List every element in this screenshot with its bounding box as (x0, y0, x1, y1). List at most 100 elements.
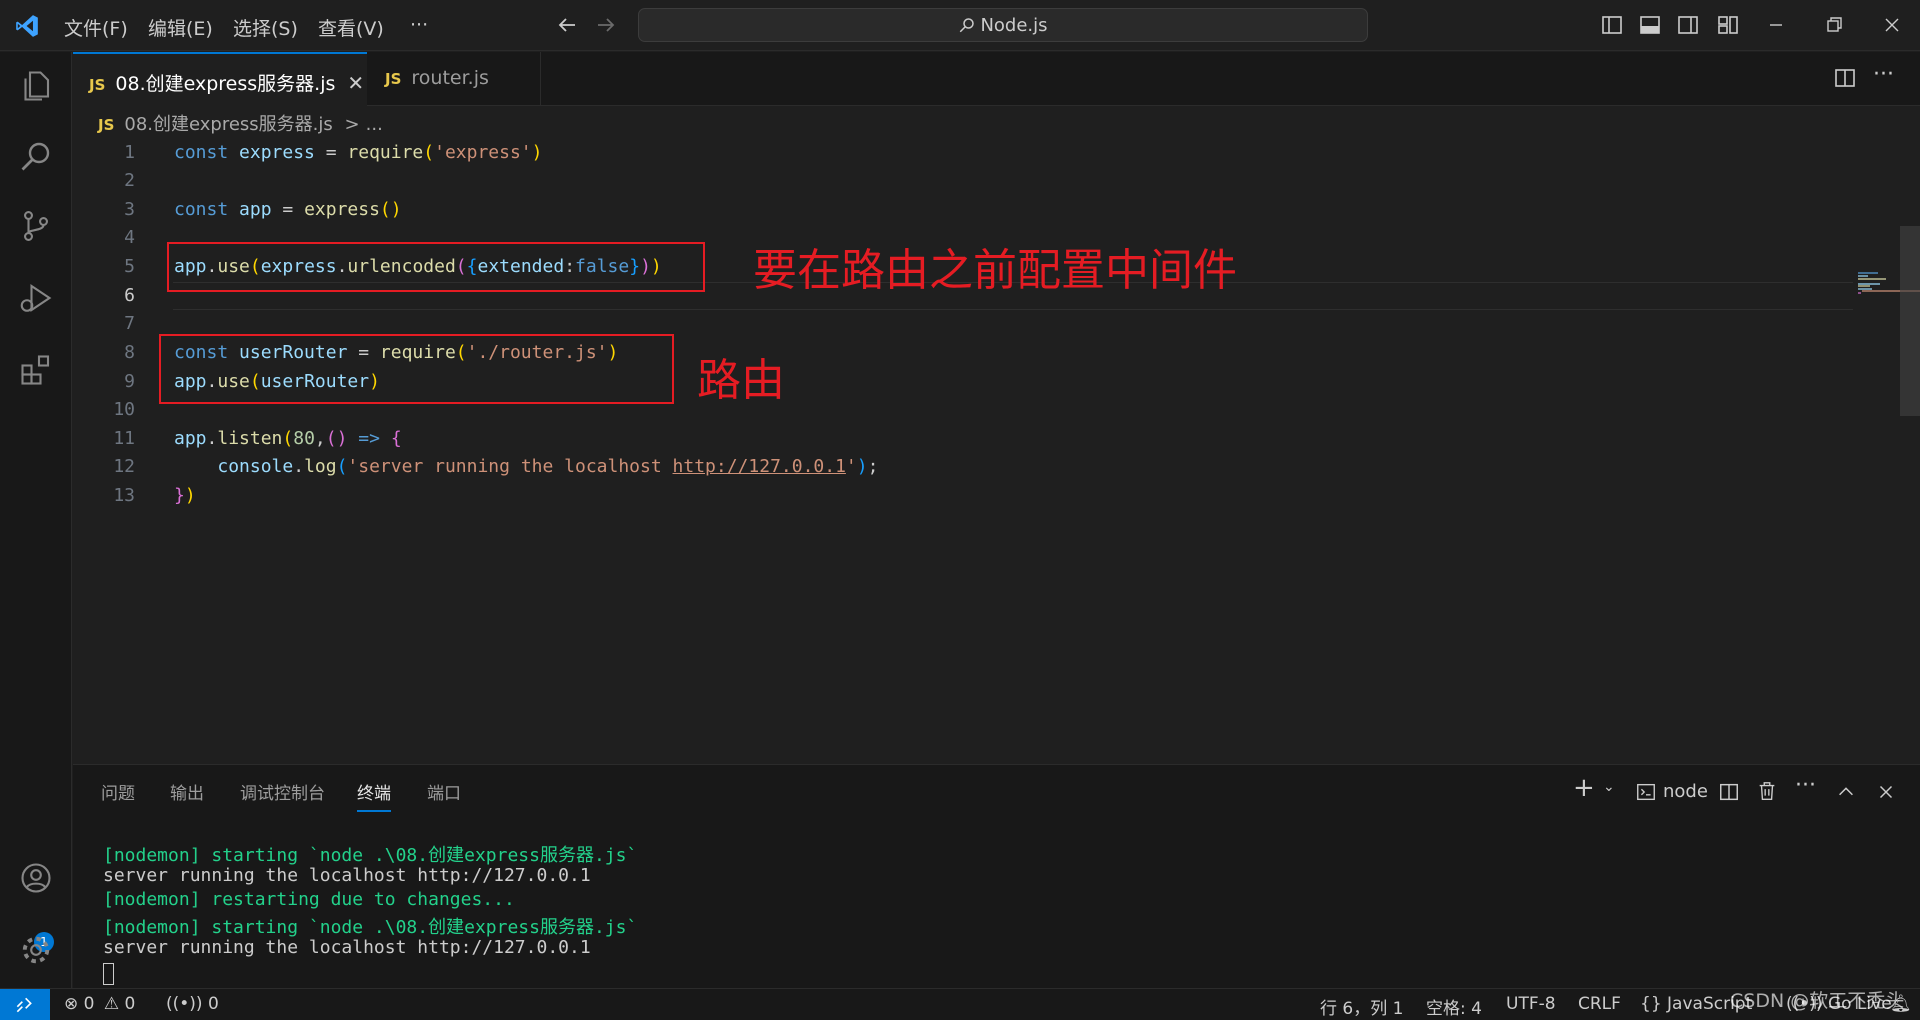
terminal-name[interactable]: node (1663, 781, 1708, 802)
panel-more-actions[interactable]: ··· (1795, 773, 1816, 798)
terminal-cursor[interactable] (103, 963, 114, 985)
close-window-icon[interactable] (1880, 13, 1904, 37)
manage-gear-icon[interactable] (18, 932, 54, 968)
vscode-window: 文件(F) 编辑(E) 选择(S) 查看(V) ··· Node.js 1 JS… (0, 0, 1920, 1020)
split-terminal-icon[interactable] (1718, 781, 1740, 803)
activity-bar: 1 (0, 52, 72, 988)
tab-problems[interactable]: 问题 (101, 779, 135, 804)
braces-icon: {} (1640, 994, 1662, 1014)
middleware-highlight-box (167, 242, 705, 292)
tab-debug-console[interactable]: 调试控制台 (240, 779, 325, 804)
js-file-icon: JS (385, 70, 402, 88)
code-line: 12 console.log('server running the local… (73, 453, 1773, 481)
remote-indicator[interactable] (0, 989, 50, 1020)
editor-more-actions[interactable]: ··· (1873, 62, 1894, 87)
split-editor-icon[interactable] (1833, 66, 1857, 90)
trash-icon[interactable] (1756, 780, 1778, 802)
problems-status[interactable]: ⊗ 0 ⚠ 0 (64, 994, 135, 1014)
error-count: 0 (83, 994, 95, 1014)
maximize-panel-icon[interactable] (1835, 781, 1857, 803)
terminal-icon (1637, 783, 1655, 801)
watermark: CSDN @软工不秃头 (1730, 990, 1905, 1012)
explorer-icon[interactable] (18, 68, 54, 104)
code-editor[interactable]: 1 const express = require('express') 2 3… (73, 134, 1920, 764)
toggle-secondary-sidebar-icon[interactable] (1676, 13, 1700, 37)
cursor-position[interactable]: 行 6，列 1 (1320, 994, 1403, 1019)
warning-icon: ⚠ (103, 994, 120, 1014)
menu-more[interactable]: ··· (410, 14, 428, 36)
menu-selection[interactable]: 选择(S) (233, 14, 298, 41)
code-line: 3 const app = express() (73, 196, 1773, 224)
chevron-down-icon[interactable]: ⌄ (1603, 779, 1615, 795)
editor-scrollbar[interactable] (1898, 106, 1920, 764)
terminal-line: [nodemon] restarting due to changes... (103, 889, 515, 910)
forward-arrow-icon[interactable] (594, 13, 618, 37)
error-icon: ⊗ (64, 994, 79, 1014)
status-bar: ⊗ 0 ⚠ 0 ((•)) 0 行 6，列 1 空格: 4 UTF-8 CRLF… (0, 988, 1920, 1020)
new-terminal-plus-icon[interactable]: + (1573, 773, 1595, 803)
code-text: const app = express() (174, 199, 402, 220)
close-tab-icon[interactable]: ✕ (347, 71, 364, 95)
tab-terminal[interactable]: 终端 (357, 779, 391, 812)
accounts-icon[interactable] (18, 860, 54, 896)
menu-view[interactable]: 查看(V) (318, 14, 384, 41)
search-icon (960, 18, 975, 33)
editor-tabs: JS 08.创建express服务器.js ✕ JS router.js ··· (73, 52, 1920, 106)
line-number: 11 (113, 428, 135, 449)
breadcrumb: JS 08.创建express服务器.js >... (98, 110, 383, 136)
code-text: console.log('server running the localhos… (217, 456, 879, 477)
code-text: const express = require('express') (174, 142, 543, 163)
vscode-logo-icon (16, 15, 38, 37)
source-control-icon[interactable] (18, 208, 54, 244)
line-number: 8 (124, 342, 135, 363)
warning-count: 0 (124, 994, 136, 1014)
bottom-panel: 问题 输出 调试控制台 终端 端口 + ⌄ node ··· [nodemon]… (73, 764, 1920, 988)
remote-icon (16, 997, 32, 1013)
ports-status[interactable]: ((•)) 0 (166, 994, 219, 1014)
line-number: 7 (124, 313, 135, 334)
menu-edit[interactable]: 编辑(E) (148, 14, 213, 41)
code-line: 11 app.listen(80,() => { (73, 425, 1773, 453)
tab-ports[interactable]: 端口 (427, 779, 461, 804)
search-view-icon[interactable] (18, 138, 54, 174)
code-line: 1 const express = require('express') (73, 139, 1773, 167)
terminal-line: [nodemon] starting `node .\08.创建express服… (103, 845, 638, 866)
broadcast-icon: ((•)) (166, 994, 203, 1014)
code-text: app.listen(80,() => { (174, 428, 402, 449)
close-panel-icon[interactable] (1875, 781, 1897, 803)
back-arrow-icon[interactable] (555, 13, 579, 37)
router-annotation: 路由 (697, 355, 785, 406)
breadcrumb-file[interactable]: 08.创建express服务器.js (124, 114, 332, 135)
line-number: 3 (124, 199, 135, 220)
line-number: 12 (113, 456, 135, 477)
code-text: }) (174, 485, 196, 506)
terminal-line: server running the localhost http://127.… (103, 865, 591, 886)
extensions-icon[interactable] (18, 352, 54, 388)
breadcrumb-more[interactable]: ... (366, 114, 383, 135)
tab-main-file[interactable]: JS 08.创建express服务器.js ✕ (73, 52, 367, 106)
customize-layout-icon[interactable] (1716, 13, 1740, 37)
menu-file[interactable]: 文件(F) (64, 14, 128, 41)
line-ending[interactable]: CRLF (1578, 994, 1621, 1014)
minimize-icon[interactable] (1764, 13, 1788, 37)
terminal-line: [nodemon] starting `node .\08.创建express服… (103, 917, 638, 938)
command-center-search[interactable]: Node.js (638, 8, 1368, 42)
js-file-icon: JS (89, 76, 106, 94)
toggle-panel-icon[interactable] (1638, 13, 1662, 37)
encoding[interactable]: UTF-8 (1506, 994, 1556, 1014)
line-number: 6 (124, 285, 135, 306)
indentation[interactable]: 空格: 4 (1426, 994, 1482, 1019)
run-debug-icon[interactable] (18, 280, 54, 316)
line-number: 2 (124, 170, 135, 191)
tab-label: 08.创建express服务器.js (115, 73, 336, 95)
tab-router-file[interactable]: JS router.js (367, 52, 541, 106)
tab-output[interactable]: 输出 (170, 779, 204, 804)
title-bar: 文件(F) 编辑(E) 选择(S) 查看(V) ··· Node.js (0, 0, 1920, 51)
line-number: 5 (124, 256, 135, 277)
ports-count: 0 (207, 994, 219, 1014)
code-line: 2 (73, 167, 1773, 195)
toggle-primary-sidebar-icon[interactable] (1600, 13, 1624, 37)
restore-icon[interactable] (1822, 13, 1846, 37)
line-number: 10 (113, 399, 135, 420)
scrollbar-thumb[interactable] (1900, 226, 1920, 416)
